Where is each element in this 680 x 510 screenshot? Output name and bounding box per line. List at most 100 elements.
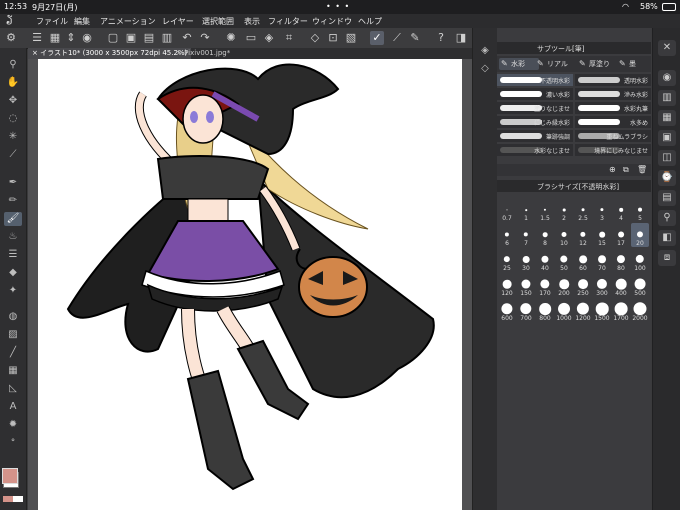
deselect-icon[interactable]: ◇ xyxy=(308,31,322,45)
tab-impasto[interactable]: ✎ 厚塗り xyxy=(577,58,621,70)
export-icon[interactable]: ▥ xyxy=(160,31,174,45)
navigator-icon[interactable]: ⧈ xyxy=(658,250,676,266)
brush-size-option[interactable]: 2.5 xyxy=(574,198,592,222)
select-outline-icon[interactable]: ▧ xyxy=(344,31,358,45)
transform-icon[interactable]: ⌗ xyxy=(282,31,296,45)
loading-icon[interactable]: ✺ xyxy=(224,31,238,45)
brush-size-option[interactable]: 15 xyxy=(593,223,611,247)
brush-size-option[interactable]: 70 xyxy=(593,248,611,272)
intermediate-color-icon[interactable]: ▣ xyxy=(658,130,676,146)
brush-size-option[interactable]: 1000 xyxy=(555,298,573,322)
menu-help[interactable]: ヘルプ xyxy=(358,16,382,27)
brush-size-option[interactable]: 170 xyxy=(536,273,554,297)
brush-size-option[interactable]: 150 xyxy=(517,273,535,297)
brush-size-option[interactable]: 20 xyxy=(631,223,649,247)
dock-close-icon[interactable]: ✕ xyxy=(658,40,676,56)
brush-size-option[interactable]: 30 xyxy=(517,248,535,272)
brush-size-option[interactable]: 8 xyxy=(536,223,554,247)
brush-item[interactable]: 塗りなじませ xyxy=(497,102,573,114)
clip-studio-icon[interactable]: ຽ xyxy=(6,14,13,25)
main-color-swatch[interactable] xyxy=(2,468,18,484)
layers-icon[interactable]: ◧ xyxy=(658,230,676,246)
snap-grid-icon[interactable]: ✎ xyxy=(408,31,422,45)
brush-size-option[interactable]: 1 xyxy=(517,198,535,222)
menu-edit[interactable]: 編集 xyxy=(74,16,90,27)
brush-size-option[interactable]: 1700 xyxy=(612,298,630,322)
brush-size-option[interactable]: 7 xyxy=(517,223,535,247)
tab-ink[interactable]: ✎ 墨 xyxy=(617,58,655,70)
gradient-icon[interactable]: ▨ xyxy=(4,328,22,342)
zoom-icon[interactable]: ⚲ xyxy=(4,58,22,72)
arrows-icon[interactable]: ⇕ xyxy=(64,31,78,45)
fill-icon[interactable]: ◈ xyxy=(262,31,276,45)
tab-real[interactable]: ✎ リアル xyxy=(535,58,575,70)
layer-property-icon[interactable]: ▤ xyxy=(658,190,676,206)
brush-size-option[interactable]: 80 xyxy=(612,248,630,272)
tab-watercolor[interactable]: ✎ 水彩 xyxy=(499,58,539,70)
eyedropper-icon[interactable]: ⟋ xyxy=(4,148,22,162)
brush-item[interactable]: 重ねムラブラシ xyxy=(575,130,651,142)
menu-filter[interactable]: フィルター xyxy=(268,16,308,27)
color-set-icon[interactable]: ▦ xyxy=(658,110,676,126)
new-subtool-icon[interactable]: ⊕ xyxy=(609,165,616,174)
correction-icon[interactable]: ᐤ xyxy=(4,436,22,450)
multitask-dots[interactable]: • • • xyxy=(326,2,350,11)
panel-toggle-icon[interactable]: ◨ xyxy=(454,31,468,45)
collapse-icon[interactable]: ◇ xyxy=(478,62,492,76)
layers-stack-icon[interactable]: ◈ xyxy=(478,44,492,58)
brush-size-option[interactable]: 300 xyxy=(593,273,611,297)
palette-icon[interactable]: ▦ xyxy=(48,31,62,45)
menu-animation[interactable]: アニメーション xyxy=(100,16,156,27)
brush-size-option[interactable]: 1500 xyxy=(593,298,611,322)
brush-size-option[interactable]: 1200 xyxy=(574,298,592,322)
fill-icon[interactable]: ◍ xyxy=(4,310,22,324)
settings-icon[interactable]: ⚙ xyxy=(4,31,18,45)
new-file-icon[interactable]: ▢ xyxy=(106,31,120,45)
brush-item[interactable]: 滲み水彩 xyxy=(575,88,651,100)
brush-item[interactable]: 透明水彩 xyxy=(575,74,651,86)
brush-size-option[interactable]: 10 xyxy=(555,223,573,247)
text-icon[interactable]: A xyxy=(4,400,22,414)
snap-special-icon[interactable]: ⟋ xyxy=(390,31,404,45)
brush-size-option[interactable]: 12 xyxy=(574,223,592,247)
brush-item[interactable]: にじみ縁水彩 xyxy=(497,116,573,128)
brush-size-option[interactable]: 3 xyxy=(593,198,611,222)
brush-icon[interactable]: 🖌 xyxy=(4,212,22,226)
brush-item[interactable]: 濃い水彩 xyxy=(497,88,573,100)
transparent-toggle[interactable] xyxy=(3,496,23,502)
brush-item[interactable]: 筆跡強調 xyxy=(497,130,573,142)
balloon-icon[interactable]: ✹ xyxy=(4,418,22,432)
brush-size-option[interactable]: 5 xyxy=(631,198,649,222)
open-icon[interactable]: ▣ xyxy=(124,31,138,45)
undo-icon[interactable]: ↶ xyxy=(180,31,194,45)
brush-size-option[interactable]: 600 xyxy=(498,298,516,322)
color-wheel-icon[interactable]: ◉ xyxy=(658,70,676,86)
frame-icon[interactable]: ▦ xyxy=(4,364,22,378)
brush-size-option[interactable]: 1.5 xyxy=(536,198,554,222)
ruler-icon[interactable]: ◺ xyxy=(4,382,22,396)
brush-size-option[interactable]: 4 xyxy=(612,198,630,222)
brush-size-option[interactable]: 50 xyxy=(555,248,573,272)
brush-item[interactable]: 境界にじみなじませ xyxy=(575,144,651,156)
brush-size-option[interactable]: 40 xyxy=(536,248,554,272)
blend-icon[interactable]: ✦ xyxy=(4,284,22,298)
menu-selection[interactable]: 選択範囲 xyxy=(202,16,234,27)
brush-size-option[interactable]: 60 xyxy=(574,248,592,272)
brush-size-option[interactable]: 17 xyxy=(612,223,630,247)
eraser-icon[interactable]: ◆ xyxy=(4,266,22,280)
hand-icon[interactable]: ✋ xyxy=(4,76,22,90)
brush-size-option[interactable]: 700 xyxy=(517,298,535,322)
brush-size-option[interactable]: 0.7 xyxy=(498,198,516,222)
canvas-area[interactable] xyxy=(28,59,472,510)
brush-size-option[interactable]: 100 xyxy=(631,248,649,272)
color-slider-icon[interactable]: ▥ xyxy=(658,90,676,106)
brush-size-option[interactable]: 800 xyxy=(536,298,554,322)
tab-pixiv[interactable]: × Pixiv001.jpg* xyxy=(172,48,234,59)
airbrush-icon[interactable]: ♨ xyxy=(4,230,22,244)
clear-icon[interactable]: ▭ xyxy=(244,31,258,45)
canvas-paper[interactable] xyxy=(38,59,462,510)
help-icon[interactable]: ? xyxy=(434,31,448,45)
layer-search-icon[interactable]: ⚲ xyxy=(658,210,676,226)
delete-subtool-icon[interactable]: 🗑 xyxy=(637,165,647,174)
brush-size-option[interactable]: 2000 xyxy=(631,298,649,322)
